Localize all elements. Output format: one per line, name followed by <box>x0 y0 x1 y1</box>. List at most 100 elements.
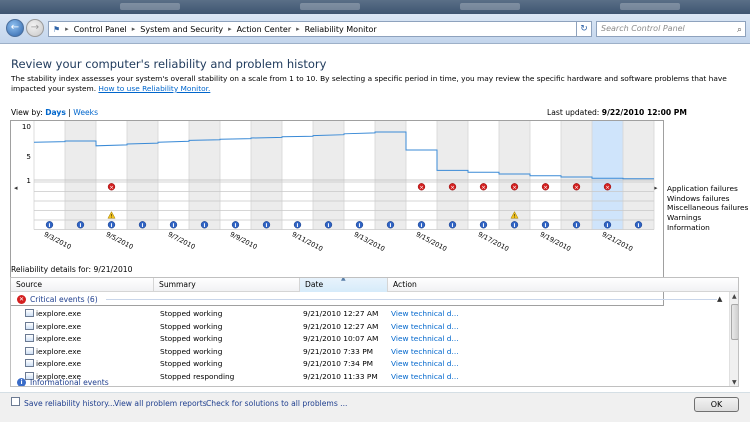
table-row[interactable]: iexplore.exe Stopped working 9/21/2010 12:… <box>11 308 727 321</box>
control-panel-icon: ⚑ <box>53 24 61 34</box>
chart-day-column[interactable] <box>406 120 437 230</box>
error-icon-glyph: × <box>512 185 517 191</box>
column-header-summary[interactable]: Summary <box>154 278 300 292</box>
view-all-reports-link[interactable]: View all problem reports <box>114 399 207 408</box>
chart-day-column[interactable] <box>592 120 623 230</box>
footer-bar: Save reliability history... View all pro… <box>0 392 750 422</box>
error-icon-glyph: × <box>605 185 610 191</box>
chart-day-column[interactable] <box>623 120 654 230</box>
save-history-link[interactable]: Save reliability history... <box>24 399 115 408</box>
view-technical-details-link[interactable]: View technical d... <box>391 334 459 343</box>
search-icon[interactable]: ⌕ <box>737 23 742 37</box>
column-header-source[interactable]: Source <box>11 278 154 292</box>
y-tick-label: 1 <box>26 176 31 185</box>
informational-events-group[interactable]: i Informational events <box>17 378 109 386</box>
details-table: Source Summary Date Action ▲ ✕ Critical … <box>10 277 739 387</box>
info-icon-glyph: i <box>328 223 330 229</box>
chevron-right-icon: ▸ <box>131 25 136 33</box>
event-date: 9/21/2010 10:07 AM <box>303 334 379 343</box>
event-source: iexplore.exe <box>25 346 81 356</box>
info-icon-glyph: i <box>235 223 237 229</box>
breadcrumb-item[interactable]: Control Panel <box>74 25 127 34</box>
warning-icon-glyph: ! <box>110 214 112 220</box>
help-link[interactable]: How to use Reliability Monitor. <box>98 84 210 93</box>
table-row[interactable]: iexplore.exe Stopped working 9/21/2010 10:… <box>11 333 727 346</box>
chevron-right-icon: ▸ <box>228 25 232 33</box>
table-row[interactable]: iexplore.exe Stopped working 9/21/2010 12:… <box>11 321 727 334</box>
view-by-selector: View by: Days | Weeks <box>11 108 99 117</box>
chart-day-column[interactable] <box>344 120 375 230</box>
view-technical-details-link[interactable]: View technical d... <box>391 309 459 318</box>
event-date: 9/21/2010 12:27 AM <box>303 309 379 318</box>
table-row[interactable]: iexplore.exe Stopped working 9/21/2010 7:3… <box>11 358 727 371</box>
breadcrumb-item[interactable]: Reliability Monitor <box>305 25 377 34</box>
blurred-tab <box>460 3 520 10</box>
chart-day-column[interactable] <box>158 120 189 230</box>
x-tick-label: 9/21/2010 <box>601 230 635 253</box>
refresh-button[interactable]: ↻ <box>576 21 592 37</box>
view-technical-details-link[interactable]: View technical d... <box>391 347 459 356</box>
breadcrumb-item[interactable]: Action Center <box>237 25 292 34</box>
scrollbar-thumb[interactable] <box>731 304 738 340</box>
ok-button[interactable]: OK <box>694 397 739 412</box>
event-source: iexplore.exe <box>25 321 81 331</box>
address-bar[interactable]: ⚑ ▸ Control Panel ▸ System and Security … <box>48 21 588 37</box>
scroll-up-icon[interactable]: ▲ <box>732 293 737 300</box>
event-summary: Stopped working <box>160 334 223 343</box>
chart-day-column[interactable] <box>468 120 499 230</box>
application-icon <box>25 346 34 355</box>
x-tick-label: 9/13/2010 <box>353 230 387 253</box>
check-solutions-link[interactable]: Check for solutions to all problems ... <box>206 399 347 408</box>
info-icon-glyph: i <box>607 223 609 229</box>
browser-top-strip <box>0 0 750 14</box>
event-date: 9/21/2010 12:27 AM <box>303 321 379 331</box>
back-button[interactable]: ← <box>6 19 24 37</box>
table-row[interactable]: iexplore.exe Stopped responding 9/21/2010 … <box>11 371 727 384</box>
page-description: The stability index assesses your system… <box>11 74 741 94</box>
event-summary: Stopped working <box>160 321 223 331</box>
breadcrumb-item[interactable]: System and Security <box>140 25 223 34</box>
row-label-miscellaneous-failures: Miscellaneous failures <box>667 203 749 213</box>
explorer-toolbar: ← → ⚑ ▸ Control Panel ▸ System and Secur… <box>0 14 750 44</box>
chart-day-column[interactable] <box>561 120 592 230</box>
view-technical-details-link[interactable]: View technical d... <box>391 322 459 331</box>
info-icon-glyph: i <box>421 223 423 229</box>
chart-day-column[interactable] <box>375 120 406 230</box>
table-scrollbar[interactable]: ▲ ▼ <box>729 292 738 386</box>
error-icon-glyph: × <box>450 185 455 191</box>
chart-day-column[interactable] <box>220 120 251 230</box>
collapse-group-button[interactable]: ▲ <box>717 295 722 303</box>
chart-day-column[interactable] <box>189 120 220 230</box>
chart-day-column[interactable] <box>530 120 561 230</box>
view-weeks-link[interactable]: Weeks <box>73 108 98 117</box>
chart-day-column[interactable] <box>437 120 468 230</box>
x-tick-label: 9/11/2010 <box>291 230 325 253</box>
forward-button[interactable]: → <box>26 19 44 37</box>
x-tick-label: 9/15/2010 <box>415 230 449 253</box>
error-icon-glyph: × <box>543 185 548 191</box>
column-header-action[interactable]: Action <box>388 278 729 292</box>
info-icon-glyph: i <box>266 223 268 229</box>
chart-day-column[interactable] <box>251 120 282 230</box>
info-icon-glyph: i <box>545 223 547 229</box>
refresh-icon: ↻ <box>580 24 588 34</box>
info-icon-glyph: i <box>483 223 485 229</box>
application-icon <box>25 359 34 367</box>
blurred-tab <box>620 3 680 10</box>
critical-events-group[interactable]: ✕ Critical events (6) <box>17 295 717 304</box>
view-by-label: View by: <box>11 108 43 117</box>
chart-day-column[interactable] <box>65 120 96 230</box>
chart-day-column[interactable] <box>34 120 65 230</box>
table-header: Source Summary Date Action ▲ <box>11 278 738 292</box>
view-days-link[interactable]: Days <box>45 108 66 117</box>
chart-day-column[interactable] <box>127 120 158 230</box>
page-title: Review your computer's reliability and p… <box>11 57 327 71</box>
view-technical-details-link[interactable]: View technical d... <box>391 359 459 368</box>
table-row[interactable]: iexplore.exe Stopped working 9/21/2010 7:3… <box>11 346 727 359</box>
view-technical-details-link[interactable]: View technical d... <box>391 372 459 381</box>
last-updated: Last updated: 9/22/2010 12:00 PM <box>547 108 687 117</box>
row-label-information: Information <box>667 222 710 232</box>
scroll-down-icon[interactable]: ▼ <box>732 379 737 386</box>
chart-day-column[interactable] <box>313 120 344 230</box>
search-input[interactable]: Search Control Panel ⌕ <box>596 21 746 37</box>
